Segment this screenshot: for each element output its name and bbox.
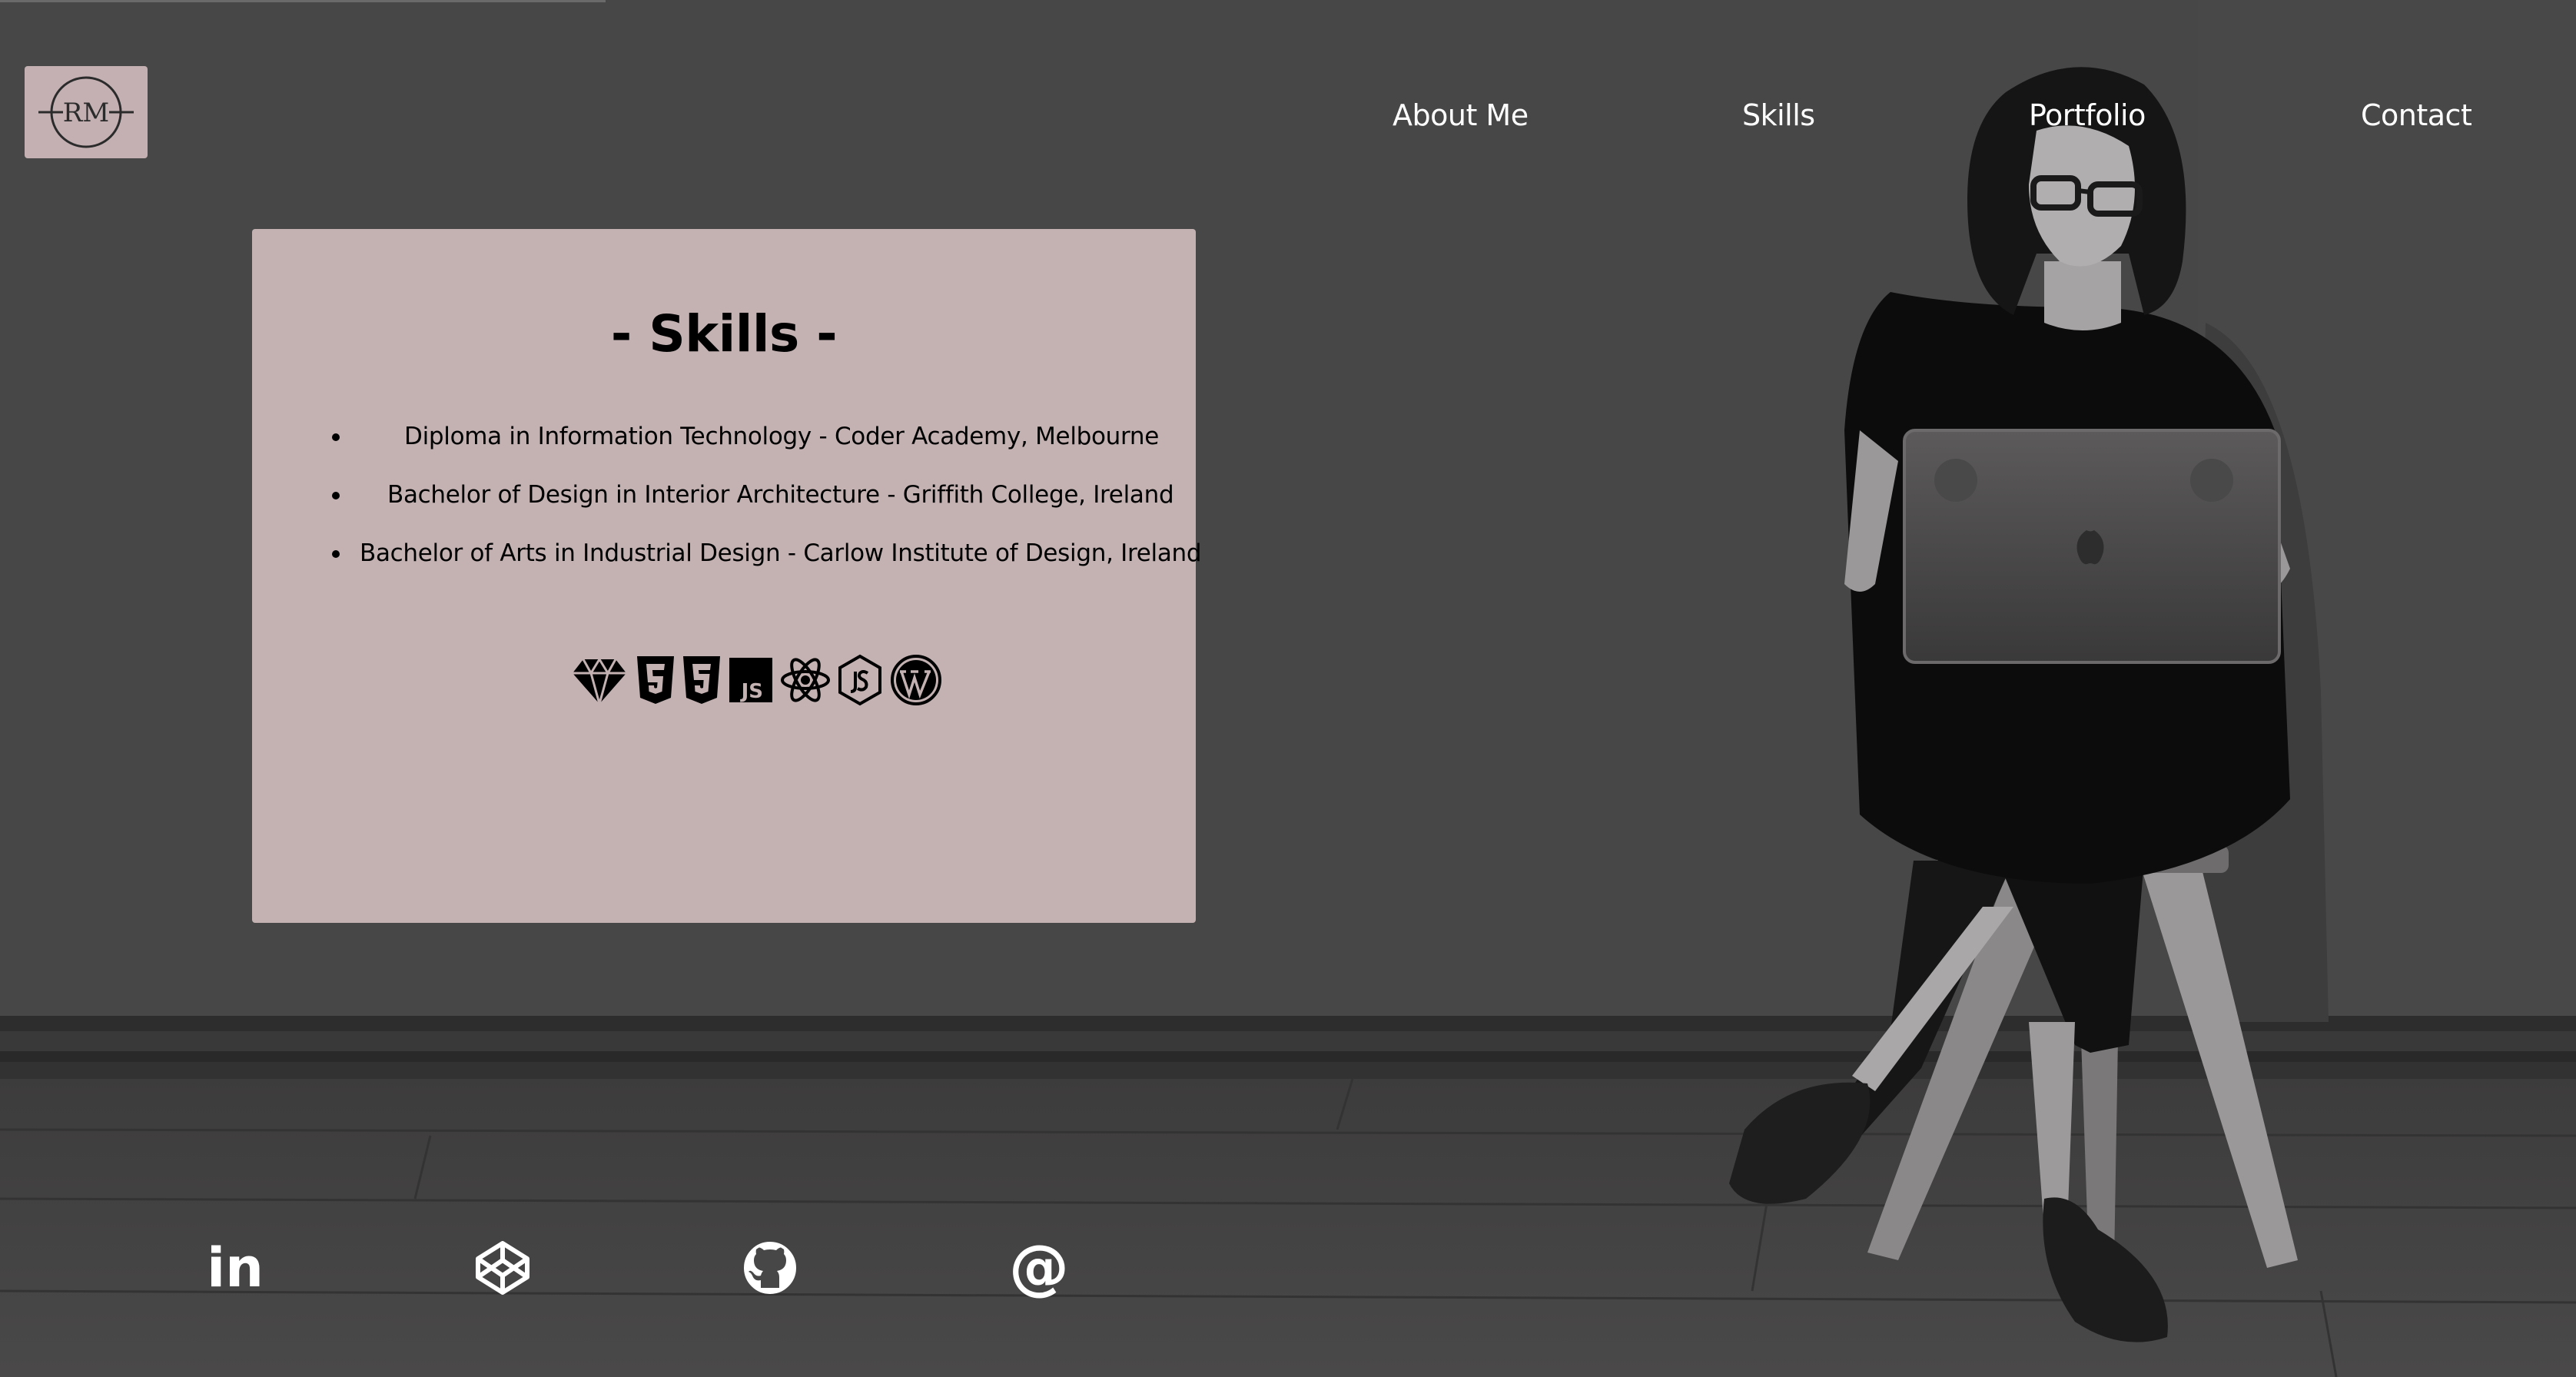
list-bullet xyxy=(332,550,340,558)
linkedin-icon-text: in xyxy=(207,1237,264,1299)
sketch-icon xyxy=(573,657,626,707)
list-bullet xyxy=(332,492,340,499)
linkedin-icon[interactable]: in xyxy=(204,1237,266,1299)
react-icon xyxy=(781,658,830,702)
education-item-text: Bachelor of Arts in Industrial Design - … xyxy=(360,539,1202,567)
skills-card: - Skills - Diploma in Information Techno… xyxy=(252,229,1202,923)
education-item: Diploma in Information Technology - Code… xyxy=(252,407,1196,466)
css3-icon xyxy=(683,656,720,704)
codepen-icon[interactable] xyxy=(472,1237,533,1299)
email-icon-text: @ xyxy=(1009,1237,1069,1299)
portfolio-page: RM About Me Skills Portfolio Contact - S… xyxy=(0,0,2576,1377)
email-at-icon[interactable]: @ xyxy=(1008,1237,1070,1299)
nav-link-skills[interactable]: Skills xyxy=(1742,92,1815,138)
education-item-text: Diploma in Information Technology - Code… xyxy=(404,423,1160,450)
education-item: Bachelor of Design in Interior Architect… xyxy=(252,466,1196,524)
main-navigation: About Me Skills Portfolio Contact xyxy=(0,92,2576,138)
tech-icons-row: JS xyxy=(571,653,955,707)
social-links: in @ xyxy=(0,1237,1230,1299)
javascript-badge-text: JS xyxy=(740,680,763,703)
github-icon[interactable] xyxy=(739,1237,801,1299)
nav-link-portfolio[interactable]: Portfolio xyxy=(2029,92,2146,138)
html5-icon xyxy=(637,656,674,704)
skills-title: - Skills - xyxy=(610,304,838,363)
javascript-icon: JS xyxy=(729,658,772,703)
list-bullet xyxy=(332,433,340,441)
wordpress-icon xyxy=(891,655,941,705)
education-item: Bachelor of Arts in Industrial Design - … xyxy=(252,524,1202,582)
education-item-text: Bachelor of Design in Interior Architect… xyxy=(387,481,1174,509)
nav-link-about-me[interactable]: About Me xyxy=(1393,92,1529,138)
education-list: Diploma in Information Technology - Code… xyxy=(252,407,1202,582)
nodejs-icon xyxy=(838,654,881,706)
nav-link-contact[interactable]: Contact xyxy=(2361,92,2472,138)
